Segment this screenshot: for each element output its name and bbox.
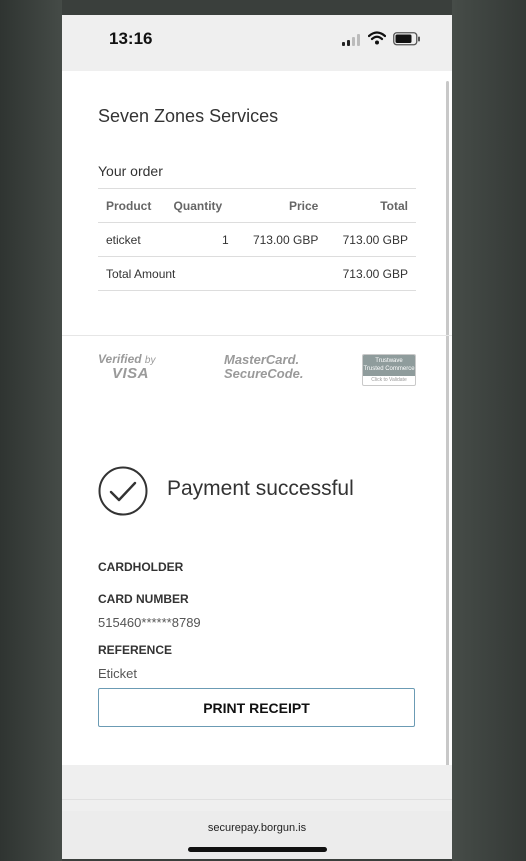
status-time: 13:16	[109, 29, 153, 48]
verified-by-visa-logo: Verified by VISA	[98, 352, 156, 382]
total-row: Total Amount 713.00 GBP	[98, 256, 416, 291]
column-total: Total	[326, 188, 416, 223]
status-bar: 13:16	[62, 15, 452, 71]
home-indicator[interactable]	[188, 847, 327, 852]
mastercard-securecode-logo: MasterCard. SecureCode.	[224, 352, 304, 381]
background-right	[452, 0, 526, 861]
signal-icon	[342, 34, 362, 46]
card-number-value: 515460******8789	[98, 615, 201, 630]
url-text[interactable]: securepay.borgun.is	[62, 822, 452, 834]
order-table: Product Quantity Price Total eticket 1 7…	[98, 188, 416, 291]
column-product: Product	[98, 188, 166, 223]
total-amount-label: Total Amount	[98, 256, 237, 291]
row-quantity: 1	[165, 222, 237, 257]
table-header-row: Product Quantity Price Total	[98, 188, 416, 223]
checkmark-circle-icon	[98, 466, 148, 516]
battery-icon	[393, 32, 420, 46]
payment-status-message: Payment successful	[167, 477, 354, 500]
total-amount-value: 713.00 GBP	[326, 256, 416, 291]
cardholder-label: CARDHOLDER	[98, 560, 184, 574]
reference-value: Eticket	[98, 666, 138, 681]
reference-label: REFERENCE	[98, 643, 173, 657]
column-quantity: Quantity	[165, 188, 237, 223]
row-price: 713.00 GBP	[236, 222, 327, 257]
phone-screen: 13:16 Seven Zones Services Your order Pr…	[62, 15, 452, 859]
row-total: 713.00 GBP	[326, 222, 416, 257]
wifi-icon	[368, 31, 386, 45]
section-divider	[62, 335, 452, 336]
order-title: Your order	[98, 163, 163, 179]
card-number-label: CARD NUMBER	[98, 592, 189, 606]
page-scrollbar[interactable]	[446, 81, 449, 773]
background-left	[0, 0, 62, 861]
print-receipt-button[interactable]: PRINT RECEIPT	[98, 688, 415, 727]
merchant-name: Seven Zones Services	[98, 106, 279, 126]
table-row: eticket 1 713.00 GBP 713.00 GBP	[98, 222, 416, 257]
trustwave-badge[interactable]: Trustwave Trusted Commerce Click to Vali…	[362, 354, 416, 386]
row-product: eticket	[98, 222, 166, 257]
column-price: Price	[236, 188, 327, 223]
